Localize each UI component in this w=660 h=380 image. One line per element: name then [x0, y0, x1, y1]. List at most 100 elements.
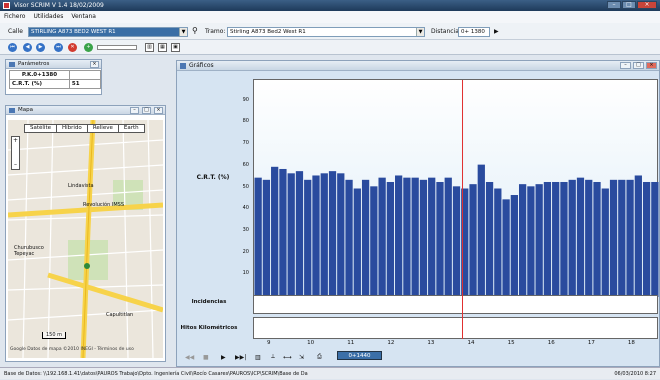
crt-bar: [312, 175, 320, 297]
zoom-in-icon[interactable]: +: [12, 137, 19, 145]
crt-label: C.R.T. (%): [9, 79, 70, 89]
panel-maximize-icon[interactable]: □: [142, 107, 151, 114]
playback-bar: ◀◀ ■ ▶ ▶▶| ▥ ⟂ ⟷ ⇲ ⎙: [177, 348, 659, 366]
minimize-button[interactable]: –: [607, 1, 621, 9]
crt-bar: [436, 181, 444, 297]
x-tick-label: 10: [307, 340, 315, 346]
parametros-header: Parámetros ×: [6, 60, 101, 69]
y-tick-label: 30: [242, 226, 249, 233]
crt-bar: [452, 186, 461, 297]
go-arrow-icon[interactable]: ▶: [494, 27, 499, 37]
panel-close-icon[interactable]: ×: [90, 61, 99, 68]
y-tick-label: 90: [242, 96, 249, 103]
crt-bar: [428, 177, 436, 297]
x-tick-label: 15: [507, 340, 515, 346]
parametros-table: P.K.0+1380 C.R.T. (%) 51: [9, 70, 102, 89]
crt-bar: [444, 177, 452, 297]
first-record-icon[interactable]: ⏮: [8, 43, 17, 52]
zoom-slider[interactable]: [97, 45, 137, 50]
tramo-select[interactable]: Stirling A873 Bed2 West R1 ▼: [227, 27, 425, 37]
y-tick-label: 80: [242, 118, 249, 125]
map-hibrido-button[interactable]: Híbrido: [56, 124, 88, 133]
parametros-panel: Parámetros × P.K.0+1380 C.R.T. (%) 51: [5, 59, 102, 95]
rewind-icon[interactable]: ◀◀: [185, 354, 194, 361]
crt-bar: [535, 184, 543, 297]
search-icon[interactable]: ⚲: [192, 26, 198, 36]
play-icon[interactable]: ▶: [221, 354, 226, 361]
crt-bar: [642, 181, 651, 297]
crt-bar: [585, 179, 593, 297]
last-record-icon[interactable]: ⏭: [54, 43, 63, 52]
crt-bar: [469, 184, 477, 297]
export-icon[interactable]: ⇲: [299, 354, 304, 361]
y-tick-label: 50: [242, 183, 249, 190]
panel-minimize-icon[interactable]: –: [130, 107, 139, 114]
crt-bar: [320, 173, 328, 297]
x-tick-label: 13: [427, 340, 435, 346]
zoom-out-icon[interactable]: –: [12, 161, 19, 169]
window-titlebar: Visor SCRIM V 1.4 18/02/2009 – □ ×: [0, 0, 660, 11]
panel-minimize-icon[interactable]: –: [620, 62, 631, 69]
x-tick-label: 17: [587, 340, 595, 346]
table-icon[interactable]: ▦: [158, 43, 167, 52]
chart-icon[interactable]: ▥: [255, 354, 261, 361]
next-record-icon[interactable]: ▶: [36, 43, 45, 52]
hitos-track[interactable]: [253, 317, 658, 339]
print-icon[interactable]: ⎙: [317, 353, 322, 361]
hitos-label: Hitos Kilométricos: [180, 325, 238, 331]
ruler-icon[interactable]: ⟂: [271, 353, 275, 361]
map-relieve-button[interactable]: Relieve: [86, 124, 119, 133]
map-view[interactable]: Satélite Híbrido Relieve Earth + – Revol…: [8, 120, 163, 358]
status-bar: Base de Datos: \\192.168.1.41\datos\PAUR…: [0, 367, 660, 379]
previous-record-icon[interactable]: ◀: [23, 43, 32, 52]
menu-fichero[interactable]: Fichero: [4, 11, 25, 23]
x-tick-label: 14: [467, 340, 475, 346]
crt-bar: [279, 168, 287, 297]
crt-bar: [271, 166, 279, 297]
panel-maximize-icon[interactable]: □: [633, 62, 644, 69]
y-tick-label: 70: [242, 140, 249, 147]
map-label-lindavista: Lindavista: [68, 183, 94, 189]
crt-bar: [626, 179, 634, 297]
crt-bar: [262, 179, 271, 297]
fast-forward-icon[interactable]: ▶▶|: [235, 354, 246, 361]
maximize-button[interactable]: □: [622, 1, 636, 9]
tramo-select-value: Stirling A873 Bed2 West R1: [230, 29, 306, 35]
menu-utilidades[interactable]: Utilidades: [33, 11, 63, 23]
navigation-toolbar: ⏮ ◀ ▶ ⏭ ✕ + ▥ ▦ ▣: [0, 40, 660, 55]
menu-ventana[interactable]: Ventana: [71, 11, 96, 23]
chart-icon[interactable]: ▥: [145, 43, 154, 52]
x-tick-label: 11: [347, 340, 355, 346]
mapa-header: Mapa – □ ×: [6, 106, 165, 115]
mapa-panel: Mapa – □ × Satélite Híbrido Relieve Eart…: [5, 105, 166, 362]
window-icon[interactable]: ▣: [171, 43, 180, 52]
plot-area[interactable]: [253, 79, 659, 297]
close-button[interactable]: ×: [637, 1, 657, 9]
delete-icon[interactable]: ✕: [68, 43, 77, 52]
graficos-header: Gráficos – □ ×: [177, 61, 659, 71]
map-satelite-button[interactable]: Satélite: [24, 124, 57, 133]
panel-close-icon[interactable]: ×: [646, 62, 657, 69]
stop-icon[interactable]: ■: [203, 354, 209, 361]
crt-bar: [337, 173, 345, 297]
mapa-title: Mapa: [18, 107, 33, 113]
add-icon[interactable]: +: [84, 43, 93, 52]
map-earth-button[interactable]: Earth: [117, 124, 145, 133]
panel-close-icon[interactable]: ×: [154, 107, 163, 114]
zoom-control[interactable]: + –: [11, 136, 20, 170]
crt-bar: [502, 199, 510, 297]
incidencias-track[interactable]: [253, 295, 658, 314]
chevron-down-icon[interactable]: ▼: [179, 28, 187, 36]
calle-select-value: STIRLING A873 BED2 WEST R1: [31, 29, 116, 35]
measure-icon[interactable]: ⟷: [283, 354, 292, 361]
crt-bar: [477, 164, 485, 297]
crt-bar: [593, 181, 601, 297]
x-tick-label: 9: [267, 340, 271, 346]
distancia-input[interactable]: 0+ 1380: [458, 27, 490, 37]
chevron-down-icon[interactable]: ▼: [416, 28, 424, 36]
crt-bar: [601, 188, 609, 297]
crt-bar: [419, 179, 428, 297]
map-roads: [8, 120, 163, 358]
calle-select[interactable]: STIRLING A873 BED2 WEST R1 ▼: [28, 27, 188, 37]
crt-bar: [543, 181, 552, 297]
